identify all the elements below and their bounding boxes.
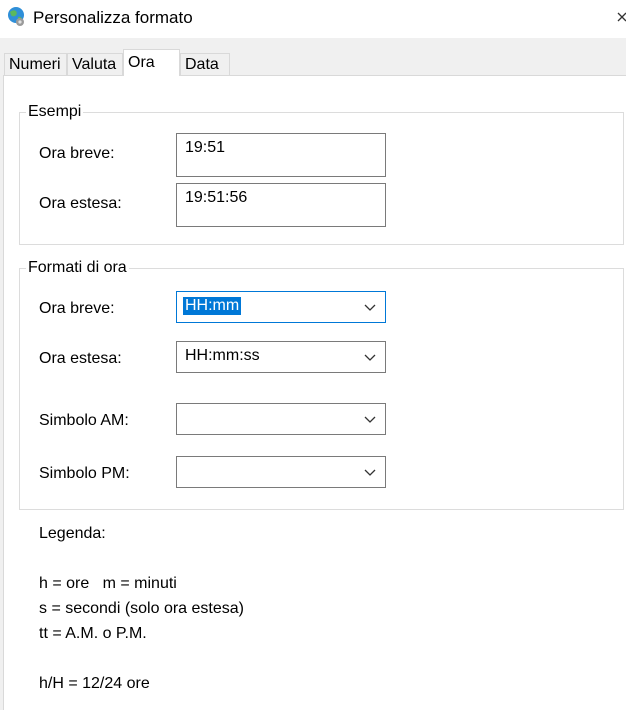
example-short-value: 19:51 bbox=[176, 133, 386, 177]
pm-symbol-combo[interactable] bbox=[176, 456, 386, 488]
format-long-label: Ora estesa: bbox=[39, 350, 122, 367]
chevron-down-icon[interactable] bbox=[363, 350, 377, 364]
chevron-down-icon[interactable] bbox=[363, 300, 377, 314]
legend-line-hours-minutes: h = ore m = minuti bbox=[39, 575, 177, 592]
globe-settings-icon bbox=[8, 7, 24, 26]
am-symbol-combo[interactable] bbox=[176, 403, 386, 435]
title-bar: Personalizza formato bbox=[0, 0, 626, 38]
tab-numeri[interactable]: Numeri bbox=[4, 53, 67, 75]
legend-title: Legenda: bbox=[39, 525, 106, 542]
chevron-down-icon[interactable] bbox=[363, 412, 377, 426]
example-long-value: 19:51:56 bbox=[176, 183, 386, 227]
format-short-label: Ora breve: bbox=[39, 300, 115, 317]
window-title: Personalizza formato bbox=[33, 8, 193, 27]
examples-group-title: Esempi bbox=[26, 103, 84, 121]
legend-line-12-24: h/H = 12/24 ore bbox=[39, 675, 150, 692]
formats-group-title: Formati di ora bbox=[26, 259, 129, 277]
example-short-label: Ora breve: bbox=[39, 145, 115, 162]
chevron-down-icon[interactable] bbox=[363, 465, 377, 479]
example-long-label: Ora estesa: bbox=[39, 195, 122, 212]
pm-symbol-label: Simbolo PM: bbox=[39, 465, 130, 482]
am-symbol-label: Simbolo AM: bbox=[39, 412, 129, 429]
long-time-format-combo[interactable]: HH:mm:ss bbox=[176, 341, 386, 373]
close-icon[interactable] bbox=[612, 5, 626, 29]
short-time-format-combo[interactable]: HH:mm bbox=[176, 291, 386, 323]
tab-ora[interactable]: Ora bbox=[123, 49, 180, 76]
legend-line-ampm: tt = A.M. o P.M. bbox=[39, 625, 147, 642]
long-time-format-value[interactable]: HH:mm:ss bbox=[183, 347, 262, 365]
short-time-format-value[interactable]: HH:mm bbox=[183, 297, 242, 315]
tab-data[interactable]: Data bbox=[180, 53, 230, 75]
tab-valuta[interactable]: Valuta bbox=[67, 53, 123, 75]
legend-line-seconds: s = secondi (solo ora estesa) bbox=[39, 600, 244, 617]
